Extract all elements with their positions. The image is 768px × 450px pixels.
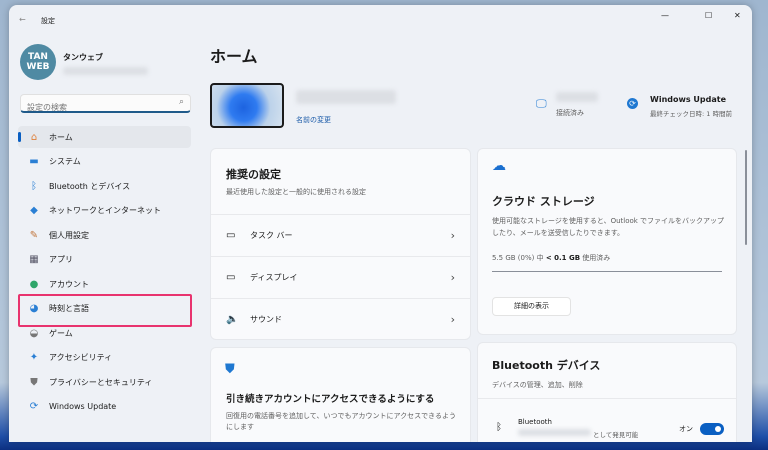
highlight-box bbox=[18, 294, 192, 327]
account-access-card: ⛊ 引き続きアカウントにアクセスできるようにする 回復用の電話番号を追加して、い… bbox=[210, 347, 471, 442]
search-input[interactable] bbox=[27, 103, 167, 112]
card-subtitle: 最近使用した設定と一般的に使用される設定 bbox=[226, 188, 366, 196]
bluetooth-toggle[interactable] bbox=[700, 423, 724, 435]
maximize-button[interactable]: ☐ bbox=[705, 11, 712, 20]
wu-last-check: 最終チェック日時: 1 時間前 bbox=[650, 110, 732, 118]
bluetooth-row-title: Bluetooth bbox=[518, 418, 552, 426]
shield-check-icon: ⛊ bbox=[225, 362, 235, 377]
card-desc: 回復用の電話番号を追加して、いつでもアカウントにアクセスできるようにします bbox=[226, 412, 456, 431]
sidebar-item-label: アクセシビリティ bbox=[49, 353, 113, 362]
sidebar-item-0[interactable]: ⌂ ホーム bbox=[18, 126, 191, 148]
system-icon: ▬ bbox=[29, 156, 39, 167]
divider bbox=[478, 398, 736, 399]
bluetooth-devices-card: Bluetooth デバイス デバイスの管理、追加、削除 ᛒ Bluetooth… bbox=[477, 342, 737, 442]
sidebar-item-11[interactable]: ⟳ Windows Update bbox=[18, 396, 191, 418]
sidebar-item-4[interactable]: ✎ 個人用設定 bbox=[18, 224, 191, 246]
profile-name: タンウェブ bbox=[63, 53, 103, 62]
recommended-settings-card: 推奨の設定 最近使用した設定と一般的に使用される設定 ▭ タスク バー › ▭ ディス… bbox=[210, 148, 471, 340]
sidebar-item-9[interactable]: ✦ アクセシビリティ bbox=[18, 347, 191, 369]
bluetooth-icon: ᛒ bbox=[496, 422, 502, 433]
apps-icon: ▦ bbox=[29, 254, 39, 265]
update-icon: ⟳ bbox=[627, 98, 638, 109]
bluetooth-icon: ᛒ bbox=[31, 180, 37, 192]
rename-link[interactable]: 名前の変更 bbox=[296, 115, 331, 125]
row-label: ディスプレイ bbox=[250, 273, 298, 282]
card-subtitle: デバイスの管理、追加、削除 bbox=[492, 381, 583, 389]
device-name-redacted bbox=[296, 90, 396, 104]
scrollbar[interactable] bbox=[745, 150, 747, 245]
recommended-row-sound[interactable]: 🔈 サウンド › bbox=[211, 298, 470, 340]
device-name-redacted bbox=[518, 429, 591, 436]
sidebar-item-label: Bluetooth とデバイス bbox=[49, 181, 131, 191]
card-desc: 使用可能なストレージを使用すると、Outlook でファイルをバックアップしたり… bbox=[492, 217, 725, 237]
bluetooth-row-sub: として発見可能 bbox=[593, 431, 639, 439]
sidebar-item-1[interactable]: ▬ システム bbox=[18, 151, 191, 173]
search-box[interactable]: ⌕ bbox=[20, 94, 191, 113]
row-label: タスク バー bbox=[250, 231, 293, 240]
close-button[interactable]: ✕ bbox=[734, 11, 741, 20]
network-status: 接続済み bbox=[556, 109, 584, 117]
network-name-redacted bbox=[556, 92, 598, 102]
wu-title[interactable]: Windows Update bbox=[650, 95, 726, 104]
sidebar-item-label: ホーム bbox=[49, 132, 73, 142]
sidebar-item-label: システム bbox=[49, 157, 81, 166]
sidebar-item-label: アプリ bbox=[49, 255, 73, 264]
recommended-row-display[interactable]: ▭ ディスプレイ › bbox=[211, 256, 470, 298]
brush-icon: ✎ bbox=[29, 229, 39, 241]
settings-window: ← 設定 — ☐ ✕ TAN WEB タンウェブ ⌕ ⌂ホーム▬システムᛒBlu… bbox=[9, 5, 752, 442]
sidebar-item-label: アカウント bbox=[49, 279, 89, 289]
monitor-icon: 🖵 bbox=[536, 97, 547, 110]
sidebar-item-6[interactable]: ● アカウント bbox=[18, 273, 191, 295]
account-icon: ● bbox=[29, 278, 39, 290]
view-details-button[interactable]: 詳細の表示 bbox=[492, 297, 571, 316]
home-icon: ⌂ bbox=[30, 131, 38, 143]
sidebar-item-label: Windows Update bbox=[49, 402, 117, 411]
chevron-right-icon: › bbox=[450, 229, 455, 242]
toggle-label: オン bbox=[679, 425, 693, 433]
sidebar-item-2[interactable]: ᛒ Bluetooth とデバイス bbox=[18, 175, 191, 197]
sidebar-item-label: ネットワークとインターネット bbox=[49, 206, 161, 215]
cloud-icon: ☁ bbox=[492, 158, 506, 174]
sidebar-item-label: 個人用設定 bbox=[49, 230, 89, 240]
storage-progress-bar bbox=[492, 271, 722, 272]
avatar[interactable]: TAN WEB bbox=[20, 44, 56, 80]
row-label: サウンド bbox=[250, 315, 282, 324]
card-title: Bluetooth デバイス bbox=[492, 359, 601, 372]
accessibility-icon: ✦ bbox=[29, 352, 39, 363]
speaker-icon: 🔈 bbox=[226, 314, 239, 325]
device-wallpaper-thumbnail bbox=[210, 83, 284, 128]
minimize-button[interactable]: — bbox=[661, 11, 669, 20]
card-title: クラウド ストレージ bbox=[492, 195, 595, 208]
sidebar-item-label: ゲーム bbox=[49, 328, 73, 338]
profile-email-redacted bbox=[63, 67, 148, 75]
card-title: 推奨の設定 bbox=[226, 168, 281, 181]
sidebar-item-5[interactable]: ▦ アプリ bbox=[18, 249, 191, 271]
taskbar-icon: ▭ bbox=[226, 230, 236, 241]
display-icon: ▭ bbox=[226, 272, 236, 283]
network-icon: ◆ bbox=[30, 205, 38, 216]
chevron-right-icon: › bbox=[450, 313, 455, 326]
window-title: 設定 bbox=[41, 17, 55, 25]
cloud-storage-card: ☁ クラウド ストレージ 使用可能なストレージを使用すると、Outlook でフ… bbox=[477, 148, 737, 335]
search-icon: ⌕ bbox=[178, 97, 184, 107]
sidebar-item-label: プライバシーとセキュリティ bbox=[49, 377, 153, 387]
game-icon: ◒ bbox=[29, 327, 39, 339]
recommended-row-taskbar[interactable]: ▭ タスク バー › bbox=[211, 214, 470, 256]
page-title: ホーム bbox=[210, 47, 258, 66]
sidebar-item-10[interactable]: ⛊ プライバシーとセキュリティ bbox=[18, 371, 191, 393]
sidebar-item-3[interactable]: ◆ ネットワークとインターネット bbox=[18, 200, 191, 222]
selection-indicator bbox=[18, 132, 21, 142]
storage-usage: 5.5 GB (0%) 中 < 0.1 GB 使用済み bbox=[492, 254, 611, 262]
back-button[interactable]: ← bbox=[19, 15, 26, 24]
shield-icon: ⛊ bbox=[30, 376, 38, 388]
chevron-right-icon: › bbox=[450, 271, 455, 284]
update-icon: ⟳ bbox=[29, 401, 39, 412]
card-title: 引き続きアカウントにアクセスできるようにする bbox=[226, 394, 435, 405]
